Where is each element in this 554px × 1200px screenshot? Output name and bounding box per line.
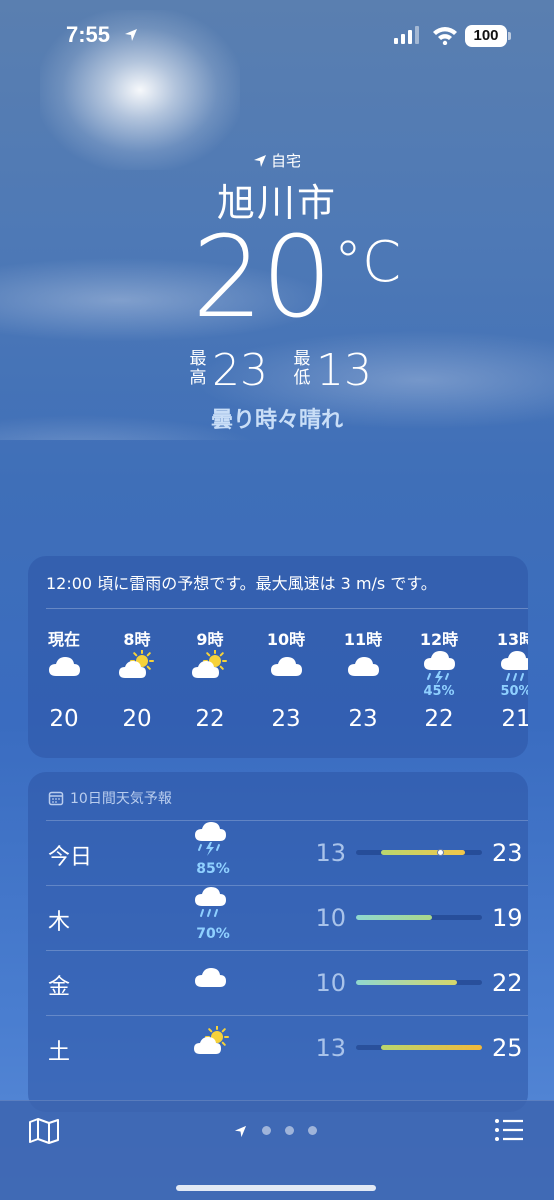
map-button[interactable] [28, 1117, 60, 1149]
low-temperature: 13 [315, 839, 346, 867]
forecast-summary: 12:00 頃に雷雨の予想です。最大風速は 3 m/s です。 [46, 574, 437, 593]
hourly-item: 11時 23 [333, 626, 393, 732]
page-dot [308, 1126, 317, 1135]
status-time: 7:55 [66, 22, 111, 47]
daily-row[interactable]: 金 10 22 [46, 950, 528, 1014]
weather-condition: 曇り時々晴れ [210, 408, 343, 433]
partly-sunny-icon [192, 1025, 242, 1076]
page-dot [262, 1126, 271, 1135]
high-temperature: 22 [492, 969, 523, 997]
divider [46, 608, 528, 609]
precip-chance: 45% [423, 684, 455, 699]
hour-temperature: 22 [195, 706, 225, 732]
city-list-button[interactable] [494, 1117, 524, 1147]
hourly-item: 10時 23 [256, 626, 316, 732]
hour-temperature: 21 [501, 706, 528, 732]
ten-day-forecast-panel[interactable]: 10日間天気予報 今日 85% 13 23 木 70% 10 19 金 10 22 土 13 25 [28, 772, 528, 1112]
partly-sunny-icon [180, 650, 240, 694]
temp-range-fill [356, 915, 432, 920]
battery-indicator: 100 [465, 25, 507, 47]
day-name: 金 [48, 975, 71, 1000]
hour-temperature: 23 [271, 706, 301, 732]
page-dot [285, 1126, 294, 1135]
current-temperature: 20 [192, 213, 333, 343]
low-temperature: 10 [315, 904, 346, 932]
cloud-icon [333, 650, 393, 694]
location-page-icon [234, 1123, 247, 1142]
ten-day-title: 10日間天気予報 [70, 791, 172, 807]
low-label: 最低 [293, 349, 311, 388]
battery-nub [508, 32, 511, 40]
hourly-item: 12時 45% 22 [409, 626, 469, 732]
navigation-arrow-icon [253, 154, 267, 172]
precip-chance: 70% [196, 926, 230, 942]
temp-range-fill [381, 1045, 482, 1050]
cellular-signal-icon [394, 26, 420, 48]
day-name: 土 [48, 1040, 71, 1065]
temp-range-bar [356, 980, 482, 985]
home-indicator [176, 1185, 376, 1191]
low-temperature: 10 [315, 969, 346, 997]
ten-day-header: 10日間天気予報 [48, 788, 172, 810]
temp-range-bar [356, 849, 482, 856]
list-icon [495, 1119, 523, 1141]
temp-range-bar [356, 1045, 482, 1050]
calendar-icon [48, 790, 64, 810]
hour-temperature: 23 [348, 706, 378, 732]
current-temp-marker [436, 849, 444, 856]
daily-row[interactable]: 木 70% 10 19 [46, 885, 528, 949]
location-arrow-icon [124, 27, 138, 46]
map-icon [29, 1118, 59, 1144]
hour-label: 9時 [196, 630, 224, 649]
hourly-item: 8時 20 [107, 626, 167, 732]
location-label: 自宅 [270, 152, 301, 170]
hourly-item: 13時 50% 21 [486, 626, 528, 732]
hour-temperature: 22 [424, 706, 454, 732]
day-name: 今日 [48, 845, 93, 870]
hour-label: 8時 [123, 630, 151, 649]
hourly-forecast-panel[interactable]: 12:00 頃に雷雨の予想です。最大風速は 3 m/s です。 現在 20 8時 20… [28, 556, 528, 758]
high-temperature: 19 [492, 904, 523, 932]
bottom-toolbar [0, 1100, 554, 1200]
daily-row[interactable]: 土 13 25 [46, 1015, 528, 1079]
hourly-item: 現在 20 [34, 626, 94, 732]
cloud-icon [34, 650, 94, 694]
hour-label: 13時 [496, 630, 528, 649]
temp-range-bar [356, 915, 482, 920]
hour-label: 現在 [47, 630, 80, 649]
temp-range-fill [381, 850, 466, 855]
hour-label: 12時 [419, 630, 459, 649]
hour-temperature: 20 [49, 706, 79, 732]
day-name: 木 [48, 910, 71, 935]
cloud-icon [192, 961, 242, 1011]
high-label: 最高 [189, 349, 207, 388]
cloud-icon [256, 650, 316, 694]
current-location-row: 自宅 [0, 150, 554, 172]
high-temperature: 23 [492, 839, 523, 867]
hour-temperature: 20 [122, 706, 152, 732]
low-temperature: 13 [315, 1034, 346, 1062]
precip-chance: 50% [500, 684, 528, 699]
status-bar: 7:55 100 [0, 0, 554, 70]
hour-label: 11時 [343, 630, 383, 649]
hour-label: 10時 [266, 630, 306, 649]
temperature-unit: °C [334, 230, 402, 295]
daily-row[interactable]: 今日 85% 13 23 [46, 820, 528, 884]
low-temperature: 13 [316, 345, 372, 396]
high-temperature: 25 [492, 1034, 523, 1062]
partly-sunny-icon [107, 650, 167, 694]
precip-chance: 85% [196, 861, 230, 877]
temp-range-fill [356, 980, 457, 985]
hourly-item: 9時 22 [180, 626, 240, 732]
high-temperature: 23 [212, 345, 268, 396]
wifi-icon [432, 25, 458, 49]
